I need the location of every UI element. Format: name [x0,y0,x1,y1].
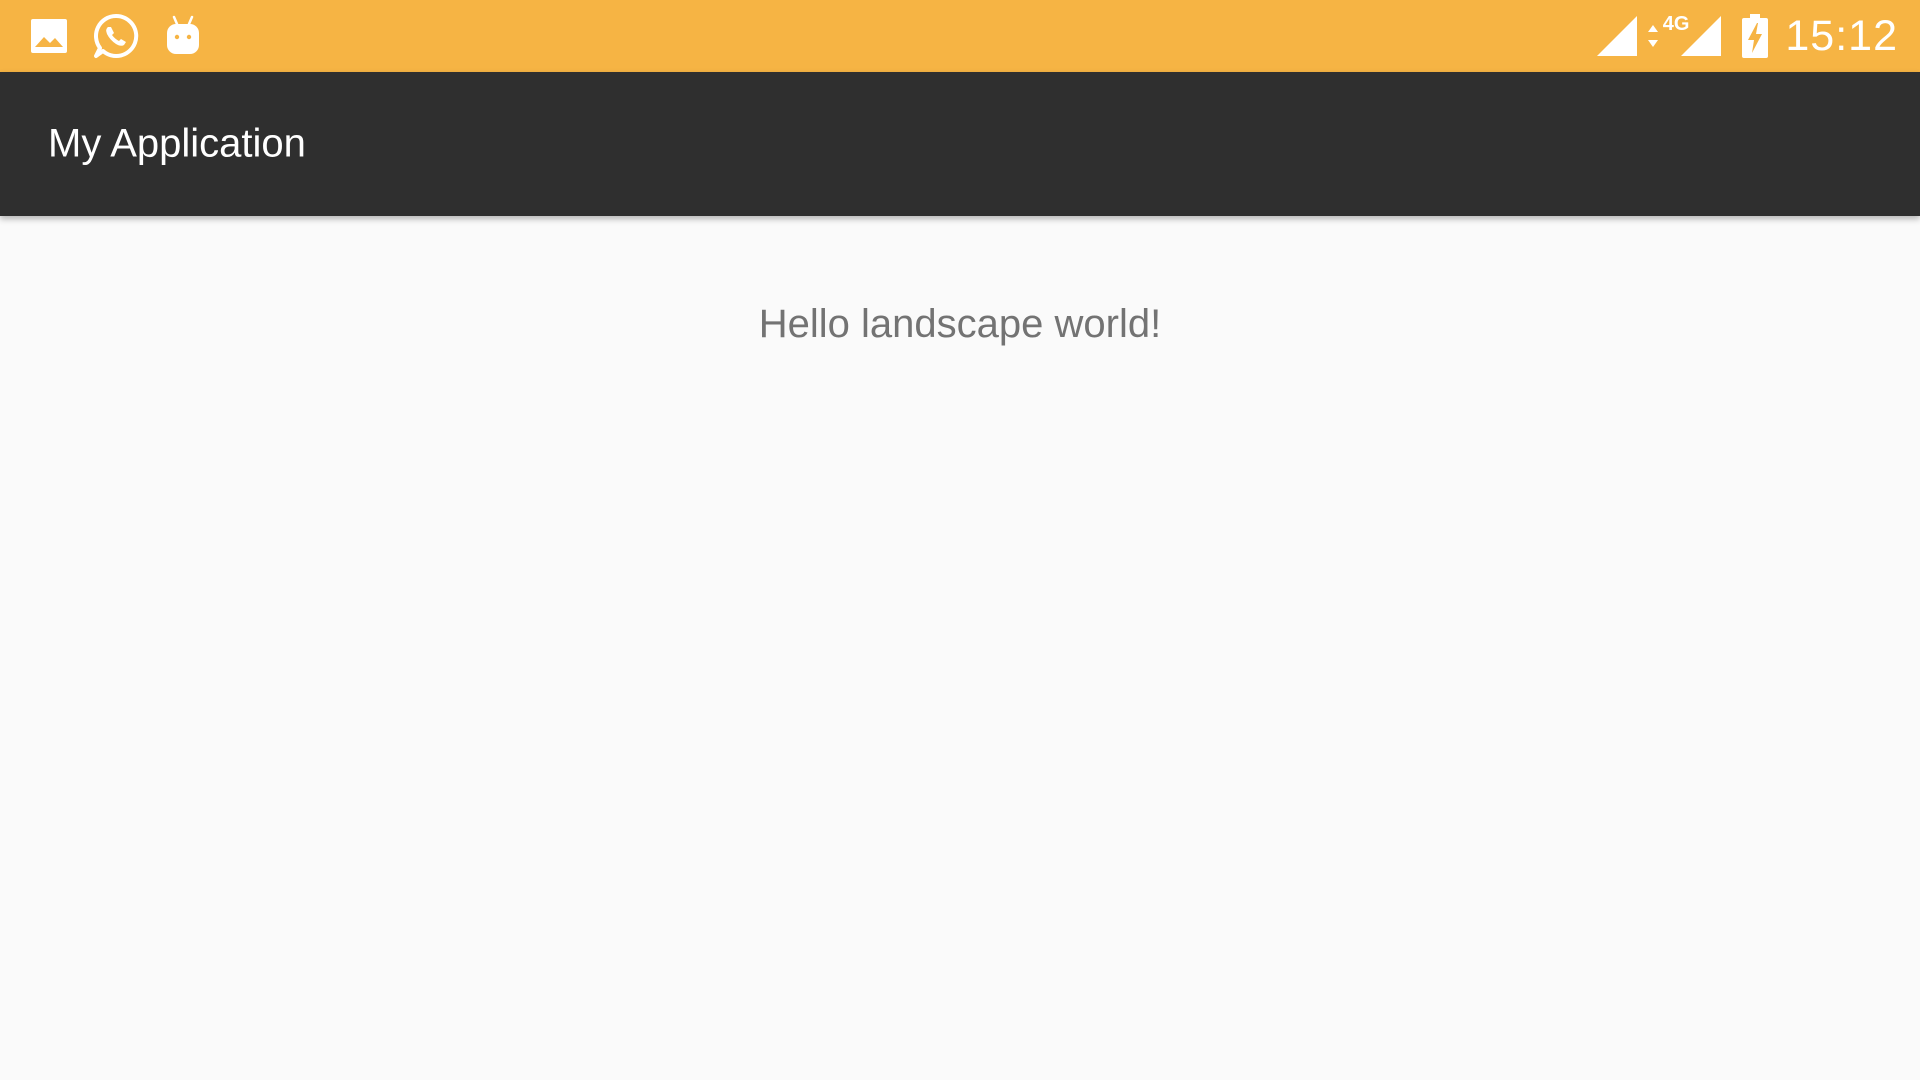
system-status-icons: 4G 15:12 [1595,8,1898,64]
gallery-icon [30,17,68,55]
android-icon [164,15,202,57]
notification-icons [30,10,226,62]
main-content: Hello landscape world! [0,216,1920,1080]
whatsapp-icon [92,12,140,60]
hello-message: Hello landscape world! [758,302,1162,346]
status-bar: 4G 15:12 [0,0,1920,72]
data-activity-icon [1647,21,1659,51]
app-bar: My Application [0,72,1920,216]
network-type-label: 4G [1662,12,1690,35]
cellular-signal-icon [1595,14,1639,58]
battery-charging-icon [1741,13,1769,59]
app-title: My Application [48,121,306,166]
status-clock: 15:12 [1785,11,1898,60]
